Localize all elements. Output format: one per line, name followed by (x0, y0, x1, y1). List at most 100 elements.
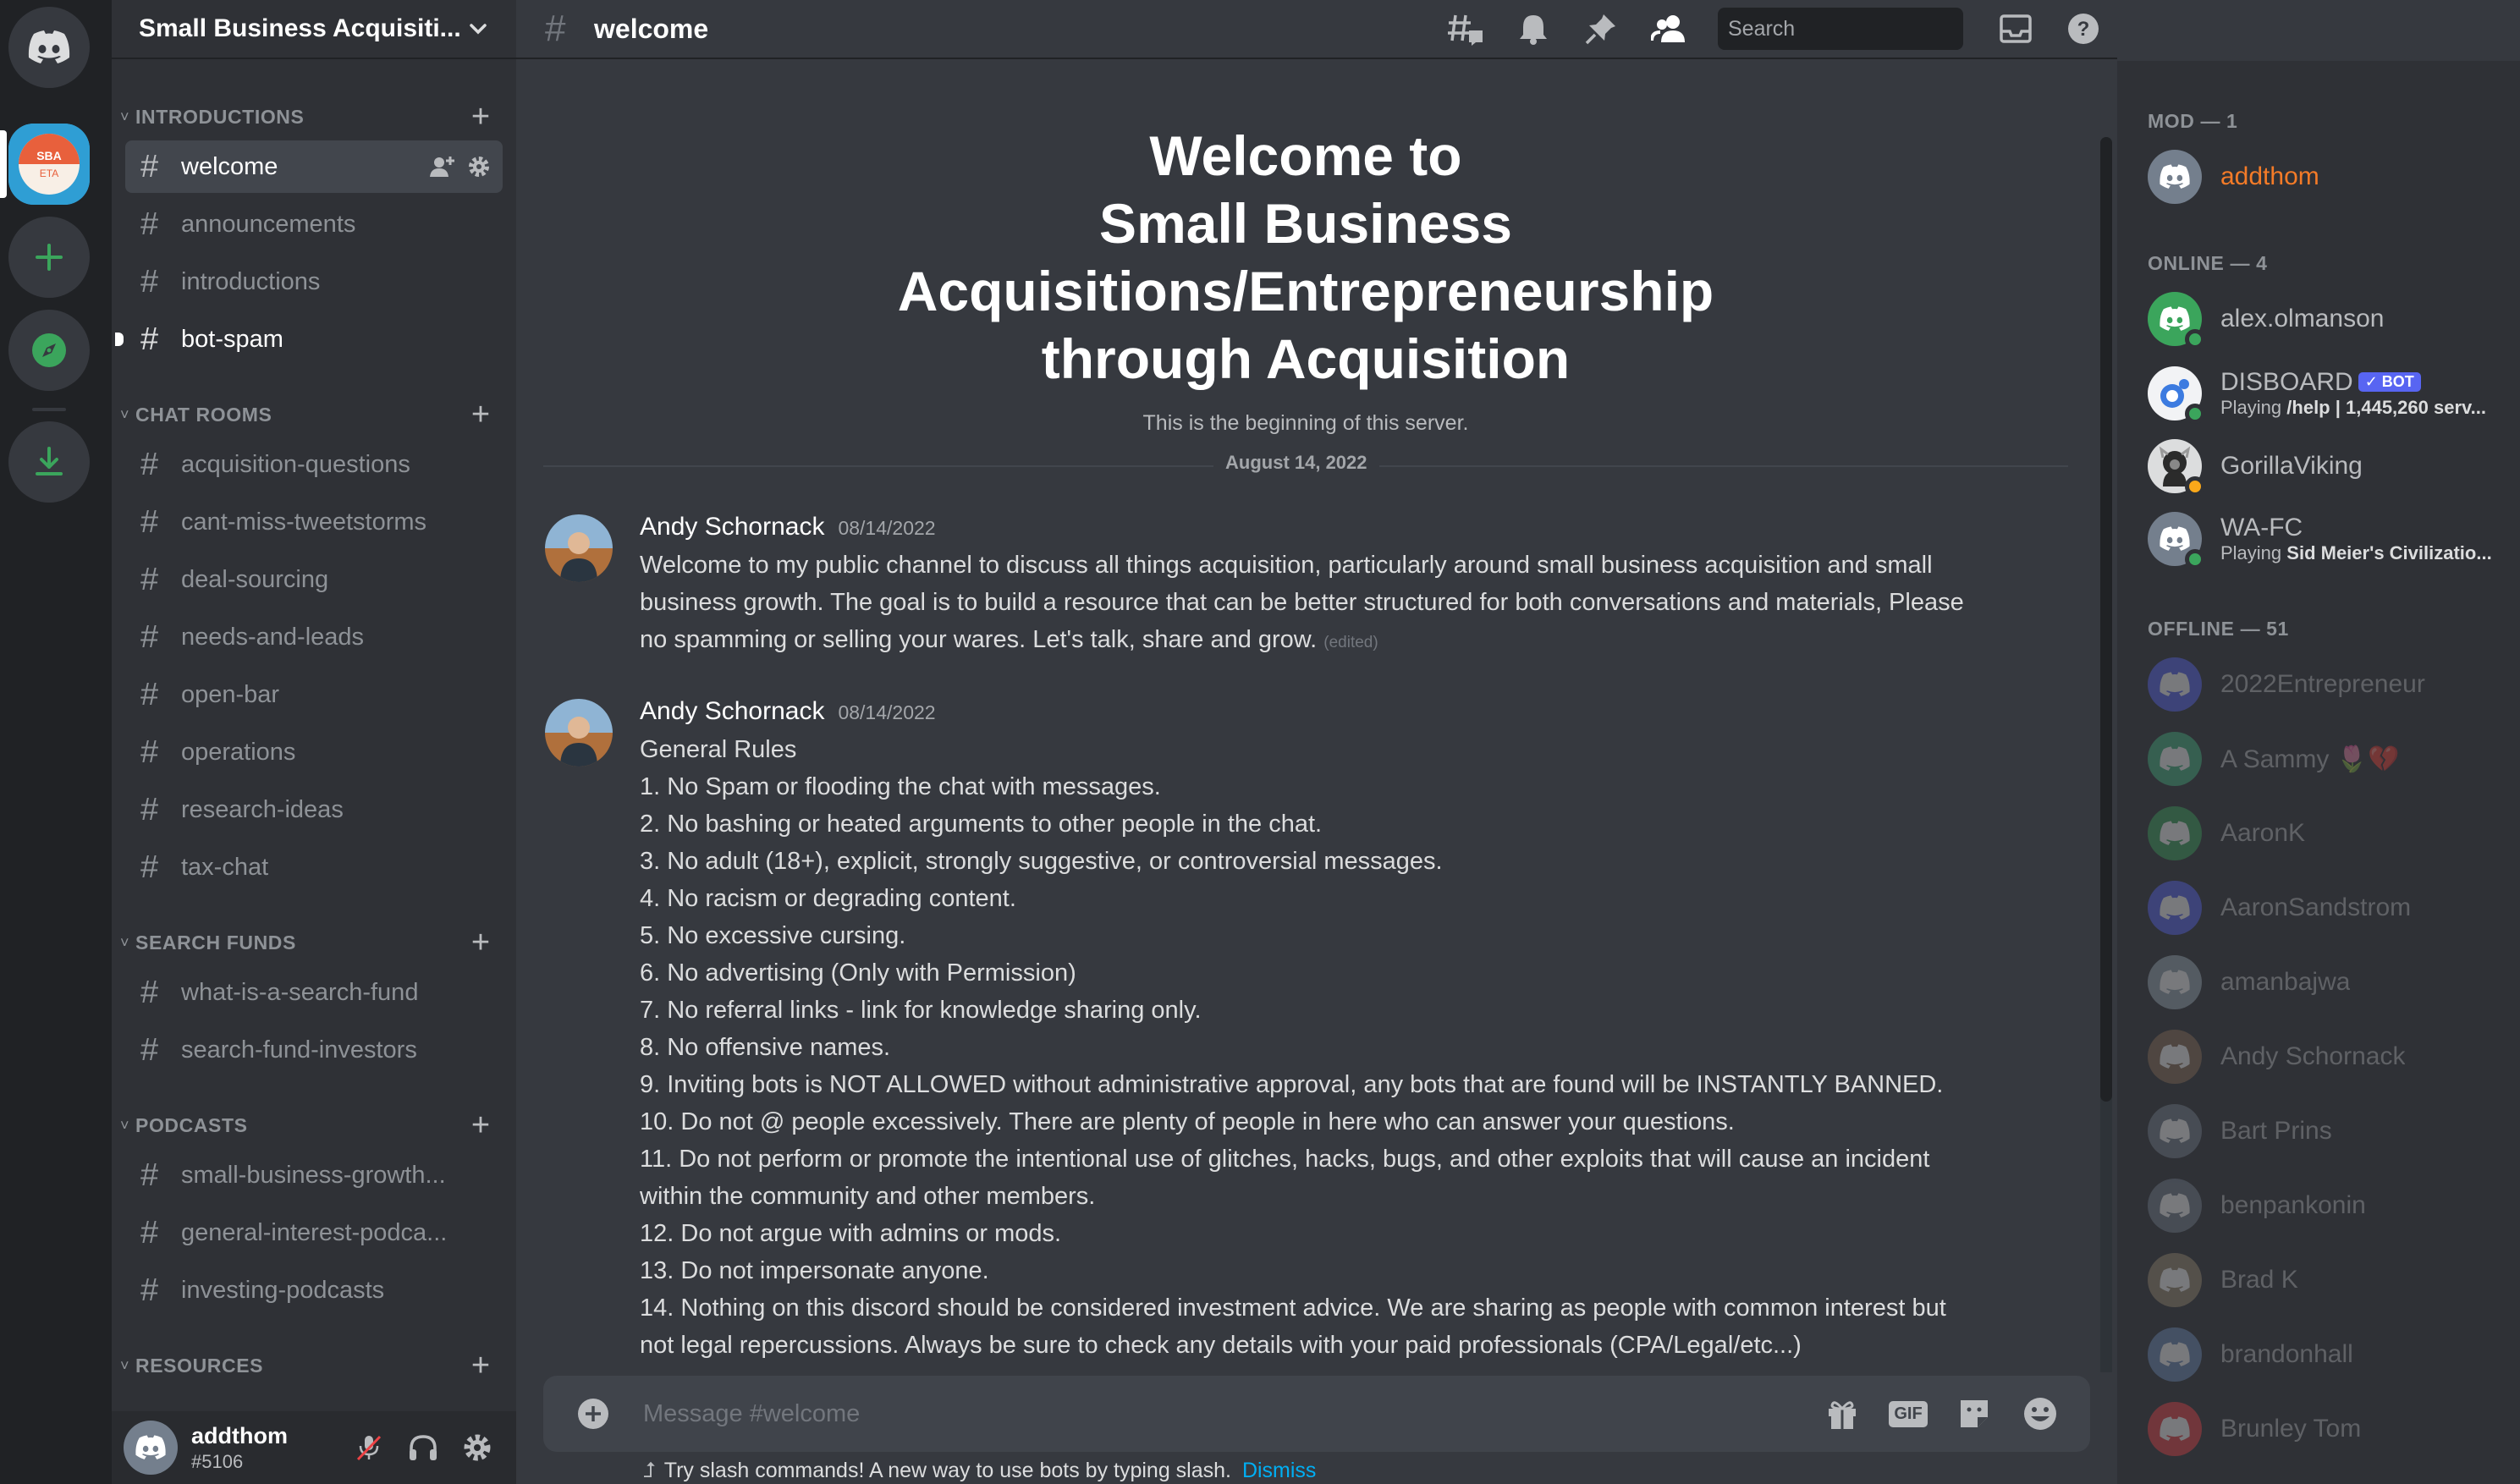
member-item[interactable]: 2022Entrepreneur (2148, 651, 2506, 717)
channel-label: small-business-growth... (181, 1161, 446, 1189)
create-channel-plus-icon[interactable]: + (464, 1349, 498, 1381)
channel-bot-spam[interactable]: # bot-spam (115, 313, 503, 366)
server-header[interactable]: Small Business Acquisiti... (112, 0, 516, 59)
message-line: business growth. The goal is to build a … (640, 589, 1964, 616)
message-author[interactable]: Andy Schornack (640, 513, 824, 541)
create-invite-icon[interactable] (430, 155, 455, 179)
channel-introductions[interactable]: # introductions (125, 256, 503, 308)
gif-button[interactable]: GIF (1875, 1384, 1941, 1443)
message-line: 14. Nothing on this discord should be co… (640, 1294, 1946, 1322)
channel-open-bar[interactable]: # open-bar (125, 668, 503, 721)
member-name: AaronSandstrom (2220, 893, 2412, 921)
online-status-icon (2185, 549, 2205, 569)
gear-icon[interactable] (467, 155, 491, 179)
user-settings-button[interactable] (450, 1421, 504, 1475)
explore-servers-button[interactable] (8, 310, 90, 391)
channel-research-ideas[interactable]: # research-ideas (125, 783, 503, 836)
category-search-funds[interactable]: ˅ SEARCH FUNDS + (112, 926, 516, 959)
member-item[interactable]: alex.olmanson (2148, 286, 2506, 352)
plus-icon (36, 244, 63, 271)
user-photo-icon (545, 699, 613, 767)
search-input[interactable] (1728, 16, 2000, 41)
channel-deal-sourcing[interactable]: # deal-sourcing (125, 553, 503, 606)
avatar[interactable] (124, 1421, 178, 1475)
message-line: 7. No referral links - link for knowledg… (640, 997, 1202, 1024)
member-item[interactable]: Bart Prins (2148, 1098, 2506, 1164)
unread-indicator (115, 333, 124, 346)
deafen-button[interactable] (396, 1421, 450, 1475)
channel-investing-podcasts[interactable]: # investing-podcasts (125, 1264, 503, 1316)
category-introductions[interactable]: ˅ INTRODUCTIONS + (112, 100, 516, 134)
member-item[interactable]: amanbajwa (2148, 949, 2506, 1015)
add-server-button[interactable] (8, 217, 90, 298)
sticker-button[interactable] (1941, 1384, 2007, 1443)
server-icon[interactable]: SBA ETA (8, 124, 90, 205)
upload-button[interactable] (560, 1384, 626, 1443)
member-item[interactable]: addthom (2148, 144, 2506, 210)
message-line: 11. Do not perform or promote the intent… (640, 1146, 1930, 1173)
channel-header: # welcome ? (516, 0, 2117, 59)
gift-button[interactable] (1809, 1384, 1875, 1443)
message-line: General Rules (640, 736, 797, 763)
channel-acquisition-questions[interactable]: # acquisition-questions (125, 438, 503, 491)
category-podcasts[interactable]: ˅ PODCASTS + (112, 1108, 516, 1142)
member-item[interactable]: AaronSandstrom (2148, 875, 2506, 941)
member-item[interactable]: AaronK (2148, 800, 2506, 866)
channel-cant-miss-tweetstorms[interactable]: # cant-miss-tweetstorms (125, 496, 503, 548)
member-item[interactable]: benpankonin (2148, 1173, 2506, 1239)
channel-search-fund-investors[interactable]: # search-fund-investors (125, 1024, 503, 1076)
hash-icon: # (140, 148, 159, 184)
create-channel-plus-icon[interactable]: + (464, 926, 498, 959)
search-bar[interactable] (1718, 8, 2000, 50)
channel-needs-and-leads[interactable]: # needs-and-leads (125, 611, 503, 663)
slash-command-hint: ⮥ Try slash commands! A new way to use bo… (643, 1459, 1316, 1483)
online-status-icon (2185, 404, 2205, 424)
hash-icon: # (140, 734, 159, 770)
download-apps-button[interactable] (8, 421, 90, 503)
home-button[interactable] (8, 7, 90, 88)
member-item[interactable]: A Sammy 🌷💔 (2148, 726, 2506, 792)
emoji-button[interactable] (2007, 1384, 2073, 1443)
pinned-messages-button[interactable] (1567, 0, 1635, 58)
member-item[interactable]: Brunley Tom (2148, 1396, 2506, 1462)
member-item[interactable]: GorillaViking (2148, 433, 2506, 499)
avatar (2148, 955, 2202, 1009)
create-channel-plus-icon[interactable]: + (464, 100, 498, 134)
help-button[interactable]: ? (2050, 0, 2117, 58)
member-name: GorillaViking (2220, 452, 2363, 480)
category-resources[interactable]: ˅ RESOURCES + (112, 1349, 516, 1381)
member-item[interactable]: Andy Schornack (2148, 1024, 2506, 1090)
channel-label: cant-miss-tweetstorms (181, 508, 427, 536)
member-list-button[interactable] (1635, 0, 1703, 58)
channel-general-interest-podcasts[interactable]: # general-interest-podca... (125, 1206, 503, 1259)
mute-button[interactable] (342, 1421, 396, 1475)
user-info[interactable]: addthom #5106 (178, 1423, 342, 1473)
channel-small-business-growth[interactable]: # small-business-growth... (125, 1149, 503, 1201)
channel-what-is-a-search-fund[interactable]: # what-is-a-search-fund (125, 966, 503, 1019)
avatar[interactable] (545, 514, 613, 582)
member-item[interactable]: brandonhall (2148, 1322, 2506, 1388)
avatar[interactable] (545, 699, 613, 767)
avatar (2148, 292, 2205, 349)
inbox-button[interactable] (1982, 0, 2050, 58)
channel-announcements[interactable]: # announcements (125, 198, 503, 250)
channel-welcome[interactable]: # welcome (125, 140, 503, 193)
category-chat-rooms[interactable]: ˅ CHAT ROOMS + (112, 398, 516, 431)
member-item[interactable]: Brad K (2148, 1247, 2506, 1313)
member-item[interactable]: DISBOARD ✓ BOT Playing /help | 1,445,260 … (2148, 360, 2506, 426)
gear-icon (464, 1434, 491, 1461)
message-author[interactable]: Andy Schornack (640, 697, 824, 726)
create-channel-plus-icon[interactable]: + (464, 398, 498, 431)
message-input[interactable] (626, 1399, 1809, 1428)
notification-settings-button[interactable] (1499, 0, 1567, 58)
chat-area: # welcome ? Welcome to Small Business Ac… (516, 0, 2117, 1484)
channel-operations[interactable]: # operations (125, 726, 503, 778)
scrollbar-thumb[interactable] (2100, 137, 2112, 1102)
threads-button[interactable] (1432, 0, 1499, 58)
create-channel-plus-icon[interactable]: + (464, 1108, 498, 1142)
member-item[interactable]: WA-FC Playing Sid Meier's Civilizatio... (2148, 506, 2506, 572)
activity-name: /help | 1,445,260 serv... (2286, 397, 2486, 418)
dismiss-link[interactable]: Dismiss (1242, 1459, 1317, 1482)
channel-tax-chat[interactable]: # tax-chat (125, 841, 503, 893)
message-line: 10. Do not @ people excessively. There a… (640, 1108, 1735, 1135)
